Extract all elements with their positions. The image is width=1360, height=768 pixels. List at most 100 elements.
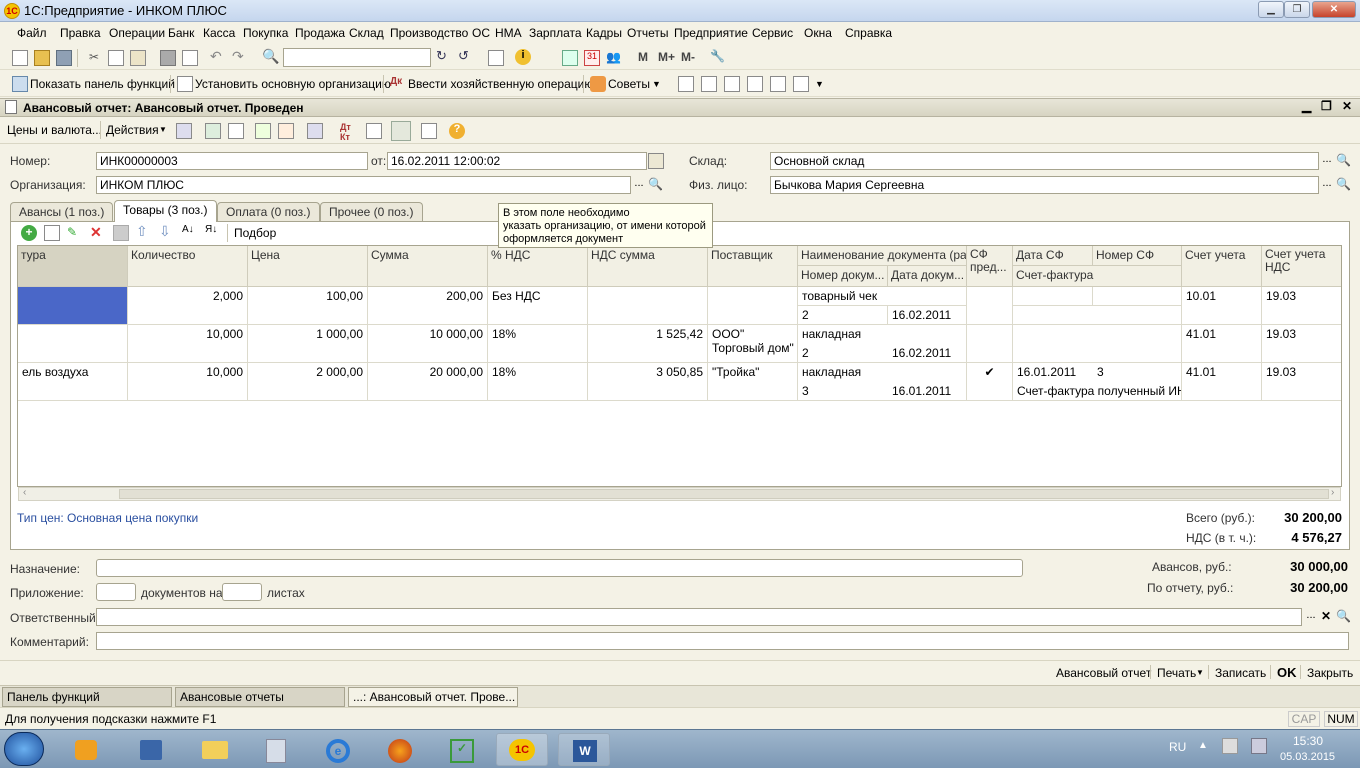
table-row-3-sf-checkbox[interactable]: ✔ <box>967 363 1013 401</box>
structure-icon[interactable] <box>366 123 382 139</box>
copy-row-icon[interactable] <box>44 225 60 241</box>
menu-operations[interactable]: Операции <box>109 26 165 40</box>
table-row-1-sf-number[interactable] <box>1093 287 1182 306</box>
table-row-3-sf-number[interactable]: 3 <box>1093 363 1182 382</box>
post-icon[interactable] <box>176 123 192 139</box>
col-sum[interactable]: Сумма <box>368 246 488 287</box>
open-responsible-search-icon[interactable]: 🔍 <box>1336 609 1352 627</box>
responsible-field[interactable] <box>96 608 1302 626</box>
organization-field[interactable]: ИНКОМ ПЛЮС <box>96 176 631 194</box>
find-next-icon[interactable]: ↻ <box>436 48 452 64</box>
horizontal-scrollbar[interactable]: ‹ › <box>18 487 1341 501</box>
explorer-folder-icon[interactable] <box>188 733 240 766</box>
table-row-2-supplier[interactable]: ООО" Торговый дом" <box>708 325 798 363</box>
table-row-1-vat-sum[interactable] <box>588 287 708 325</box>
select-person-button[interactable]: ... <box>1319 176 1335 194</box>
window-icon[interactable] <box>488 50 504 66</box>
table-row-2-doc-number[interactable]: 2 <box>798 344 888 363</box>
select-org-button[interactable]: ... <box>631 176 647 194</box>
memory-m-button[interactable]: M <box>638 50 648 64</box>
menu-salary[interactable]: Зарплата <box>529 26 582 40</box>
col-vat-account[interactable]: Счет учета НДС <box>1262 246 1341 287</box>
journal1-icon[interactable] <box>678 76 694 92</box>
chevron-down-icon[interactable]: ▼ <box>652 79 661 89</box>
table-row-3-sum[interactable]: 20 000,00 <box>368 363 488 401</box>
table-row-3-account[interactable]: 41.01 <box>1182 363 1262 401</box>
memory-minus-button[interactable]: M- <box>681 50 695 64</box>
doc-minimize-button[interactable]: ▁ <box>1302 99 1311 113</box>
table-row-3-doc-name[interactable]: накладная <box>798 363 967 382</box>
table-row-1-sf-document[interactable] <box>1013 306 1182 325</box>
col-supplier[interactable]: Поставщик <box>708 246 798 287</box>
col-sf-document[interactable]: Счет-фактура <box>1013 266 1182 287</box>
table-row-3-vat-percent[interactable]: 18% <box>488 363 588 401</box>
wrench-icon[interactable]: 🔧 <box>710 49 726 65</box>
purpose-field[interactable] <box>96 559 1023 577</box>
internet-explorer-icon[interactable]: e <box>312 733 364 766</box>
table-row-3-vat-account[interactable]: 19.03 <box>1262 363 1341 401</box>
table-row-2-vat-account[interactable]: 19.03 <box>1262 325 1341 363</box>
select-warehouse-button[interactable]: ... <box>1319 152 1335 170</box>
table-row-2-nomenclature[interactable] <box>18 325 128 363</box>
menu-hr[interactable]: Кадры <box>586 26 622 40</box>
copy-icon[interactable] <box>108 50 124 66</box>
attachment-sheets-field[interactable] <box>222 583 262 601</box>
clock-time[interactable]: 15:30 <box>1293 734 1323 748</box>
table-row-2-price[interactable]: 1 000,00 <box>248 325 368 363</box>
table-row-1-vat-percent[interactable]: Без НДС <box>488 287 588 325</box>
network-icon[interactable] <box>125 733 177 766</box>
table-row-3-doc-date[interactable]: 16.01.2011 <box>888 382 967 401</box>
taskbar-functions-panel[interactable]: Панель функций <box>2 687 172 707</box>
table-row-1-doc-name[interactable]: товарный чек <box>798 287 967 306</box>
new-doc-icon[interactable] <box>12 50 28 66</box>
tab-payment[interactable]: Оплата (0 поз.) <box>217 202 320 221</box>
start-button[interactable] <box>4 732 44 766</box>
cut-icon[interactable]: ✂ <box>86 50 102 66</box>
scroll-right-icon[interactable]: › <box>1331 487 1334 498</box>
menu-warehouse[interactable]: Склад <box>349 26 384 40</box>
doc-restore-button[interactable]: ❐ <box>1321 99 1332 113</box>
delete-row-icon[interactable]: ✕ <box>90 224 106 240</box>
table-row-1-price[interactable]: 100,00 <box>248 287 368 325</box>
chevron-down-icon[interactable]: ▼ <box>815 79 824 89</box>
col-vat-percent[interactable]: % НДС <box>488 246 588 287</box>
print-button[interactable]: Печать <box>1157 666 1196 680</box>
preview-icon[interactable] <box>182 50 198 66</box>
enter-operation-button[interactable]: Ввести хозяйственную операцию <box>408 77 593 91</box>
table-row-1-doc-number[interactable]: 2 <box>798 306 888 325</box>
table-row-3-sf-date[interactable]: 16.01.2011 <box>1013 363 1093 382</box>
table-row-2-sf[interactable] <box>967 325 1013 363</box>
close-button[interactable]: ✕ <box>1312 1 1356 18</box>
col-doc-name[interactable]: Наименование документа (ра... <box>798 246 967 266</box>
table-row-2-vat-sum[interactable]: 1 525,42 <box>588 325 708 363</box>
date-field[interactable]: 16.02.2011 12:00:02 <box>387 152 647 170</box>
flag-tray-icon[interactable] <box>1222 738 1238 754</box>
table-row-1-sum[interactable]: 200,00 <box>368 287 488 325</box>
calculator-app-icon[interactable] <box>250 733 302 766</box>
menu-production[interactable]: Производство <box>390 26 468 40</box>
table-row-1-doc-date[interactable]: 16.02.2011 <box>888 306 967 325</box>
menu-purchase[interactable]: Покупка <box>243 26 288 40</box>
refresh-icon[interactable] <box>205 123 221 139</box>
clear-icon[interactable] <box>278 123 294 139</box>
redo-icon[interactable]: ↷ <box>232 48 248 64</box>
add-row-icon[interactable]: + <box>21 225 37 241</box>
memory-plus-button[interactable]: M+ <box>658 50 675 64</box>
calendar-icon[interactable] <box>648 153 664 169</box>
tips-button[interactable]: Советы <box>608 77 650 91</box>
table-row-1-supplier[interactable] <box>708 287 798 325</box>
menu-sale[interactable]: Продажа <box>295 26 345 40</box>
ok-button[interactable]: OK <box>1277 665 1297 680</box>
firefox-icon[interactable] <box>374 733 426 766</box>
calculator-icon[interactable] <box>562 50 578 66</box>
move-up-icon[interactable]: ⇧ <box>136 223 152 239</box>
search-input[interactable] <box>283 48 431 67</box>
menu-help[interactable]: Справка <box>845 26 892 40</box>
maximize-button[interactable]: ❐ <box>1284 1 1310 18</box>
paste-icon[interactable] <box>130 50 146 66</box>
print-icon[interactable] <box>160 50 176 66</box>
doc-close-button[interactable]: ✕ <box>1342 99 1352 113</box>
list-icon[interactable] <box>421 123 437 139</box>
show-panel-button[interactable]: Показать панель функций <box>30 77 175 91</box>
col-nomenclature[interactable]: тура <box>18 246 128 287</box>
